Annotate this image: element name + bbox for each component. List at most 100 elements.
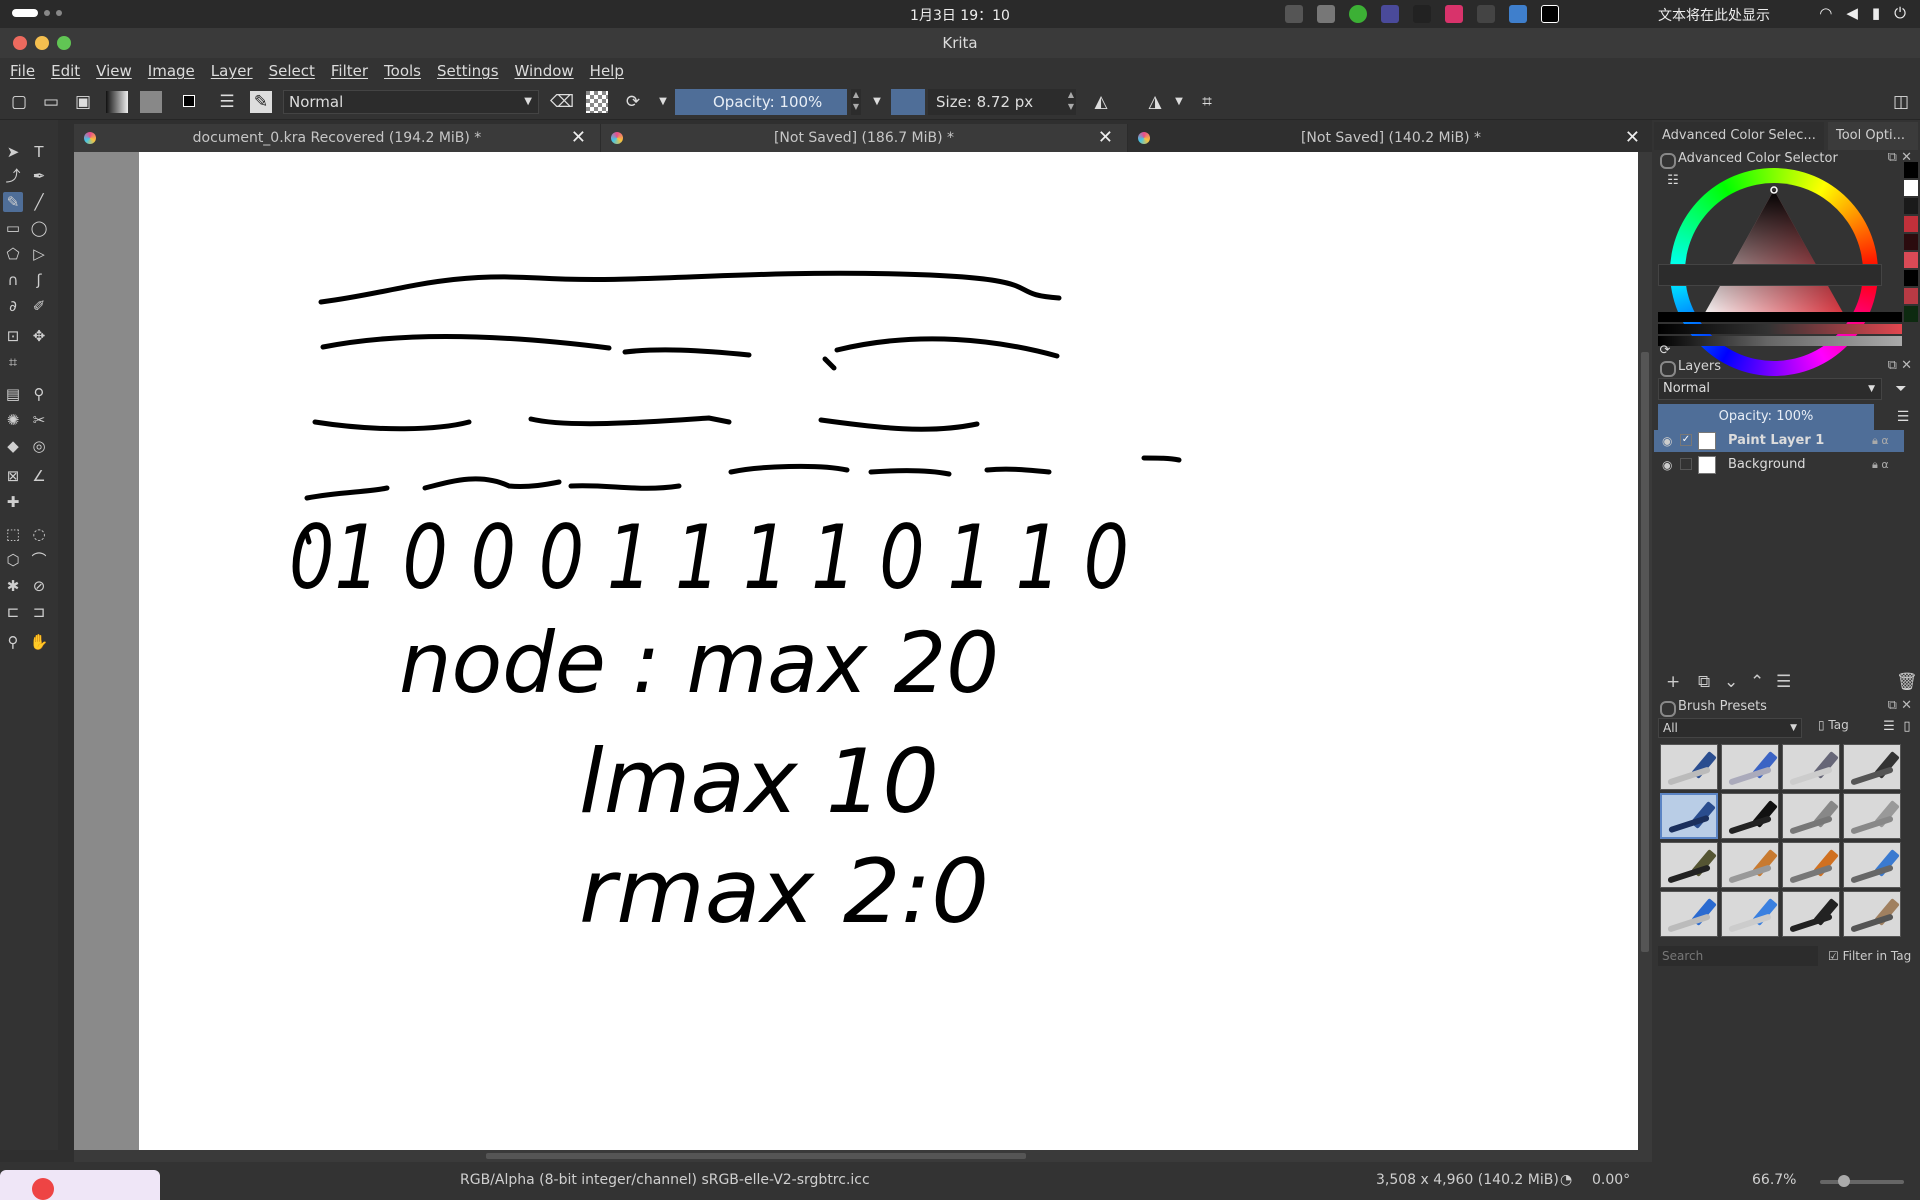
brush-tag-button[interactable]: ▯ Tag: [1818, 718, 1849, 732]
layer-menu-icon[interactable]: ☰: [1892, 406, 1914, 428]
battery-icon[interactable]: ▮: [1872, 4, 1880, 22]
size-slider-fill[interactable]: [891, 89, 925, 115]
brush-preset[interactable]: [1843, 891, 1901, 937]
minimize-window-button[interactable]: [35, 36, 49, 50]
text-tool-icon[interactable]: T: [29, 142, 49, 162]
menu-tools[interactable]: Tools: [384, 62, 421, 80]
filter-icon[interactable]: ⏷: [1890, 378, 1912, 400]
menu-layer[interactable]: Layer: [211, 62, 253, 80]
brush-preset[interactable]: [1721, 891, 1779, 937]
similar-select-tool-icon[interactable]: ⊘: [29, 576, 49, 596]
brush-settings-icon[interactable]: ☰: [216, 91, 238, 113]
size-slider[interactable]: Size: 8.72 px: [928, 89, 1066, 115]
vertical-scrollbar[interactable]: [1638, 152, 1652, 1150]
add-layer-icon[interactable]: +: [1666, 672, 1680, 692]
canvas-paper[interactable]: 01 0 0 0 1 1 1 1 0 1 1 0 node : max 20 l…: [139, 152, 1638, 1150]
magnetic-select-tool-icon[interactable]: ⊐: [29, 602, 49, 622]
zoom-slider[interactable]: [1820, 1180, 1904, 1184]
shade-bar[interactable]: [1658, 336, 1902, 346]
image-dimensions-label[interactable]: 3,508 x 4,960 (140.2 MiB): [1376, 1172, 1559, 1188]
brush-preset[interactable]: [1843, 842, 1901, 888]
select-shapes-tool-icon[interactable]: ➤: [3, 142, 23, 162]
float-panel-icon[interactable]: ⧉: [1888, 150, 1897, 165]
tab-advanced-color-selector[interactable]: Advanced Color Selec...: [1654, 122, 1824, 150]
brush-preset[interactable]: [1721, 842, 1779, 888]
zoom-tool-icon[interactable]: ⚲: [3, 632, 23, 652]
line-tool-icon[interactable]: ╱: [29, 192, 49, 212]
ime-toolbar[interactable]: [0, 1170, 160, 1200]
brush-preset[interactable]: [1843, 744, 1901, 790]
polygon-select-tool-icon[interactable]: ⬡: [3, 550, 23, 570]
crop-tool-icon[interactable]: ⌗: [3, 352, 23, 372]
menu-image[interactable]: Image: [148, 62, 195, 80]
rectangle-tool-icon[interactable]: ▭: [3, 218, 23, 238]
float-panel-icon[interactable]: ⧉: [1888, 698, 1897, 713]
wrap-around-icon[interactable]: ⌗: [1196, 91, 1218, 113]
mirror-horizontal-icon[interactable]: ◭: [1090, 91, 1112, 113]
chevron-down-icon[interactable]: ▼: [1168, 91, 1190, 113]
brush-preset[interactable]: [1721, 744, 1779, 790]
brush-preset-selected[interactable]: [1660, 793, 1718, 839]
brush-preset[interactable]: [1660, 744, 1718, 790]
duplicate-layer-icon[interactable]: ⧉: [1698, 672, 1710, 692]
color-space-label[interactable]: RGB/Alpha (8-bit integer/channel) sRGB-e…: [460, 1172, 870, 1188]
volume-icon[interactable]: ◀: [1846, 4, 1858, 22]
document-tab-active[interactable]: [Not Saved] (140.2 MiB) * ✕: [1128, 124, 1655, 152]
brush-preset[interactable]: [1721, 793, 1779, 839]
power-icon[interactable]: ⏻: [1894, 4, 1906, 22]
save-document-icon[interactable]: ▣: [72, 91, 94, 113]
menu-select[interactable]: Select: [269, 62, 315, 80]
close-icon[interactable]: ✕: [1901, 698, 1912, 713]
horizontal-scrollbar[interactable]: [74, 1150, 1652, 1162]
bezier-tool-icon[interactable]: ∩: [3, 270, 23, 290]
app-tray-icon[interactable]: [1381, 5, 1399, 23]
layer-blend-mode-select[interactable]: Normal ▼: [1658, 378, 1882, 400]
brush-preset[interactable]: [1660, 842, 1718, 888]
reference-tool-icon[interactable]: ✚: [3, 492, 23, 512]
eraser-mode-icon[interactable]: ⌫: [550, 91, 574, 113]
smart-patch-tool-icon[interactable]: ✺: [3, 410, 23, 430]
measure-tool-icon[interactable]: ∠: [29, 466, 49, 486]
close-icon[interactable]: ✕: [1098, 124, 1113, 152]
menu-edit[interactable]: Edit: [51, 62, 80, 80]
calligraphy-tool-icon[interactable]: ✒: [29, 166, 49, 186]
tab-tool-options[interactable]: Tool Opti...: [1828, 122, 1918, 150]
float-panel-icon[interactable]: ⧉: [1888, 358, 1897, 373]
polygon-tool-icon[interactable]: ⬠: [3, 244, 23, 264]
import-icon[interactable]: ▯: [1896, 716, 1918, 738]
menu-filter[interactable]: Filter: [331, 62, 368, 80]
chevron-down-icon[interactable]: ▼: [866, 91, 888, 113]
move-layer-up-icon[interactable]: ⌃: [1750, 672, 1764, 692]
brush-preset[interactable]: [1782, 793, 1840, 839]
polyline-tool-icon[interactable]: ▷: [29, 244, 49, 264]
ellipse-tool-icon[interactable]: ◯: [29, 218, 49, 238]
move-tool-icon[interactable]: ✥: [29, 326, 49, 346]
menu-help[interactable]: Help: [590, 62, 624, 80]
pattern-preset-icon[interactable]: [140, 91, 162, 113]
brush-preset[interactable]: [1843, 793, 1901, 839]
layer-row[interactable]: ◉ Background 🔒︎ α: [1654, 454, 1904, 476]
delete-layer-icon[interactable]: 🗑︎: [1896, 672, 1918, 692]
opacity-spinner[interactable]: ▲ ▼: [851, 89, 861, 115]
reload-preset-icon[interactable]: ⟳: [622, 91, 644, 113]
close-icon[interactable]: ✕: [1901, 358, 1912, 373]
dock-toggle-icon[interactable]: ◫: [1890, 91, 1912, 113]
pan-tool-icon[interactable]: ✋: [29, 632, 49, 652]
layer-properties-icon[interactable]: ☰: [1776, 672, 1791, 692]
gradient-tool-icon[interactable]: ▤: [3, 384, 23, 404]
freehand-path-tool-icon[interactable]: ʃ: [29, 270, 49, 290]
color-picker-tool-icon[interactable]: ⚲: [29, 384, 49, 404]
bluetooth-icon[interactable]: [1285, 5, 1303, 23]
document-tab[interactable]: document_0.kra Recovered (194.2 MiB) * ✕: [74, 124, 601, 152]
menu-file[interactable]: File: [10, 62, 35, 80]
layer-blend-select[interactable]: [1658, 264, 1882, 286]
multibrush-tool-icon[interactable]: ✐: [29, 296, 49, 316]
qq-icon[interactable]: [1413, 5, 1431, 23]
transform-tool-icon[interactable]: ⊡: [3, 326, 23, 346]
brush-search-input[interactable]: Search: [1658, 946, 1818, 966]
wifi-icon[interactable]: ◠: [1819, 4, 1832, 22]
app-tray-icon[interactable]: [1445, 5, 1463, 23]
maximize-window-button[interactable]: [57, 36, 71, 50]
layer-checkbox[interactable]: [1680, 458, 1692, 470]
close-window-button[interactable]: [13, 36, 27, 50]
